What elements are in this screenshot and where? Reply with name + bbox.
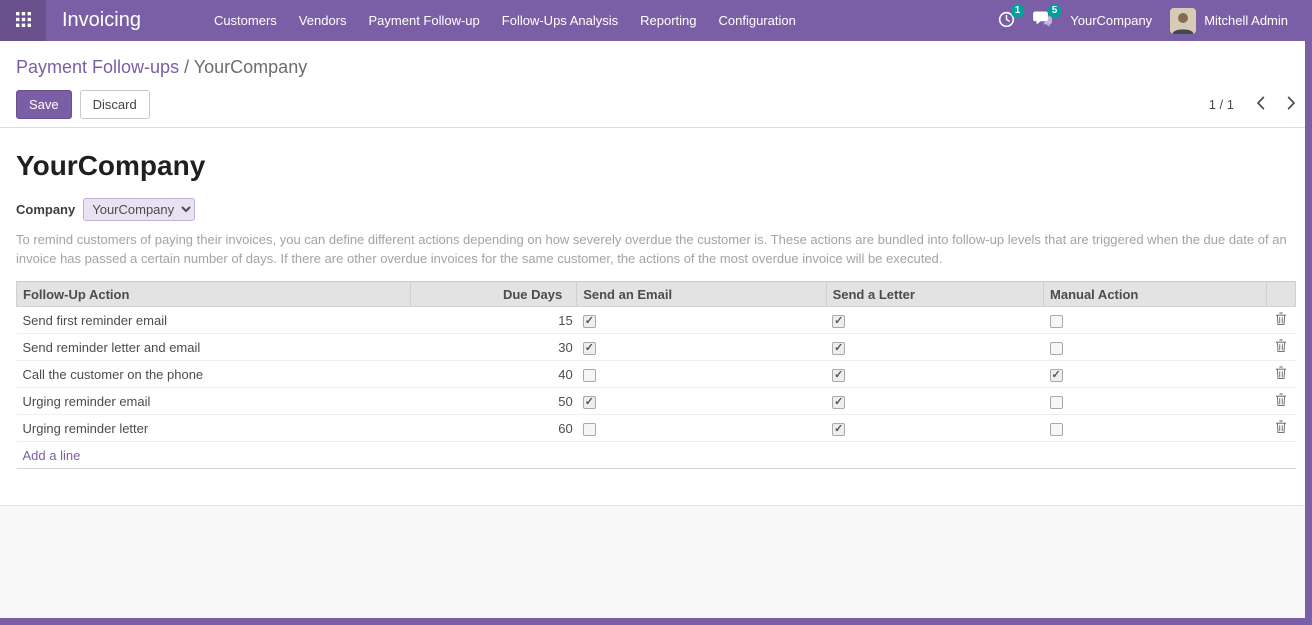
cell-action[interactable]: Send first reminder email <box>17 307 411 334</box>
col-header-manual-action[interactable]: Manual Action <box>1044 282 1267 307</box>
cell-action[interactable]: Call the customer on the phone <box>17 361 411 388</box>
messages-button[interactable]: 5 <box>1033 11 1052 30</box>
right-edge-bar <box>1305 0 1312 625</box>
send-email-checkbox[interactable] <box>583 396 596 409</box>
breadcrumb-parent-link[interactable]: Payment Follow-ups <box>16 57 179 77</box>
company-switcher[interactable]: YourCompany <box>1070 13 1152 28</box>
cell-action[interactable]: Urging reminder letter <box>17 415 411 442</box>
manual-action-checkbox[interactable] <box>1050 342 1063 355</box>
trash-icon[interactable] <box>1275 366 1287 379</box>
table-row[interactable]: Send first reminder email 15 <box>17 307 1296 334</box>
table-row[interactable]: Send reminder letter and email 30 <box>17 334 1296 361</box>
top-navbar: Invoicing Customers Vendors Payment Foll… <box>0 0 1312 41</box>
pager-next-button[interactable] <box>1287 96 1296 113</box>
col-header-send-letter[interactable]: Send a Letter <box>826 282 1043 307</box>
breadcrumb-current: YourCompany <box>194 57 307 77</box>
trash-icon[interactable] <box>1275 393 1287 406</box>
help-text: To remind customers of paying their invo… <box>16 230 1296 268</box>
main-menu: Customers Vendors Payment Follow-up Foll… <box>203 0 807 41</box>
cell-due-days[interactable]: 40 <box>410 361 576 388</box>
cell-due-days[interactable]: 50 <box>410 388 576 415</box>
grid-icon <box>16 12 31 30</box>
trash-icon[interactable] <box>1275 420 1287 433</box>
company-field-row: Company YourCompany <box>16 198 1296 221</box>
send-letter-checkbox[interactable] <box>832 396 845 409</box>
control-panel: Payment Follow-ups / YourCompany Save Di… <box>0 41 1312 128</box>
menu-vendors[interactable]: Vendors <box>288 0 358 41</box>
send-email-checkbox[interactable] <box>583 315 596 328</box>
pager-value[interactable]: 1 / 1 <box>1209 97 1234 112</box>
send-email-checkbox[interactable] <box>583 342 596 355</box>
pager: 1 / 1 <box>1209 96 1296 113</box>
control-panel-actions: Save Discard 1 / 1 <box>16 90 1296 119</box>
col-header-send-email[interactable]: Send an Email <box>577 282 826 307</box>
pager-previous-button[interactable] <box>1256 96 1265 113</box>
menu-payment-follow-up[interactable]: Payment Follow-up <box>358 0 491 41</box>
manual-action-checkbox[interactable] <box>1050 423 1063 436</box>
col-header-due-days[interactable]: Due Days <box>410 282 576 307</box>
menu-follow-ups-analysis[interactable]: Follow-Ups Analysis <box>491 0 629 41</box>
company-field-label: Company <box>16 202 75 217</box>
cell-due-days[interactable]: 15 <box>410 307 576 334</box>
send-letter-checkbox[interactable] <box>832 315 845 328</box>
send-email-checkbox[interactable] <box>583 423 596 436</box>
activity-count-badge: 1 <box>1011 4 1025 18</box>
cell-action[interactable]: Urging reminder email <box>17 388 411 415</box>
followup-lines-table: Follow-Up Action Due Days Send an Email … <box>16 281 1296 469</box>
chevron-left-icon <box>1256 96 1265 113</box>
page: Invoicing Customers Vendors Payment Foll… <box>0 0 1312 625</box>
save-button[interactable]: Save <box>16 90 72 119</box>
cell-action[interactable]: Send reminder letter and email <box>17 334 411 361</box>
send-letter-checkbox[interactable] <box>832 369 845 382</box>
cell-due-days[interactable]: 30 <box>410 334 576 361</box>
form-sheet: YourCompany Company YourCompany To remin… <box>0 128 1312 505</box>
breadcrumb-separator: / <box>184 57 194 77</box>
systray: 1 5 YourCompany Mitchell Admin <box>998 0 1312 41</box>
user-name: Mitchell Admin <box>1204 13 1288 28</box>
add-a-line-link[interactable]: Add a line <box>23 448 81 463</box>
bottom-edge-bar <box>0 618 1312 625</box>
message-count-badge: 5 <box>1048 4 1062 18</box>
page-background <box>0 505 1312 625</box>
col-header-delete <box>1266 282 1295 307</box>
discard-button[interactable]: Discard <box>80 90 150 119</box>
menu-customers[interactable]: Customers <box>203 0 288 41</box>
send-email-checkbox[interactable] <box>583 369 596 382</box>
breadcrumb: Payment Follow-ups / YourCompany <box>16 41 1296 79</box>
chevron-right-icon <box>1287 96 1296 113</box>
table-row[interactable]: Urging reminder email 50 <box>17 388 1296 415</box>
manual-action-checkbox[interactable] <box>1050 315 1063 328</box>
app-name[interactable]: Invoicing <box>46 9 157 32</box>
cell-due-days[interactable]: 60 <box>410 415 576 442</box>
table-header-row: Follow-Up Action Due Days Send an Email … <box>17 282 1296 307</box>
trash-icon[interactable] <box>1275 312 1287 325</box>
page-title: YourCompany <box>16 150 1296 182</box>
menu-reporting[interactable]: Reporting <box>629 0 707 41</box>
activities-button[interactable]: 1 <box>998 11 1015 31</box>
apps-menu-button[interactable] <box>0 0 46 41</box>
add-line-row: Add a line <box>17 442 1296 469</box>
avatar <box>1170 8 1196 34</box>
manual-action-checkbox[interactable] <box>1050 396 1063 409</box>
send-letter-checkbox[interactable] <box>832 342 845 355</box>
col-header-followup-action[interactable]: Follow-Up Action <box>17 282 411 307</box>
table-row[interactable]: Urging reminder letter 60 <box>17 415 1296 442</box>
table-row[interactable]: Call the customer on the phone 40 <box>17 361 1296 388</box>
send-letter-checkbox[interactable] <box>832 423 845 436</box>
menu-configuration[interactable]: Configuration <box>707 0 806 41</box>
trash-icon[interactable] <box>1275 339 1287 352</box>
company-select[interactable]: YourCompany <box>83 198 195 221</box>
manual-action-checkbox[interactable] <box>1050 369 1063 382</box>
user-menu[interactable]: Mitchell Admin <box>1170 8 1288 34</box>
